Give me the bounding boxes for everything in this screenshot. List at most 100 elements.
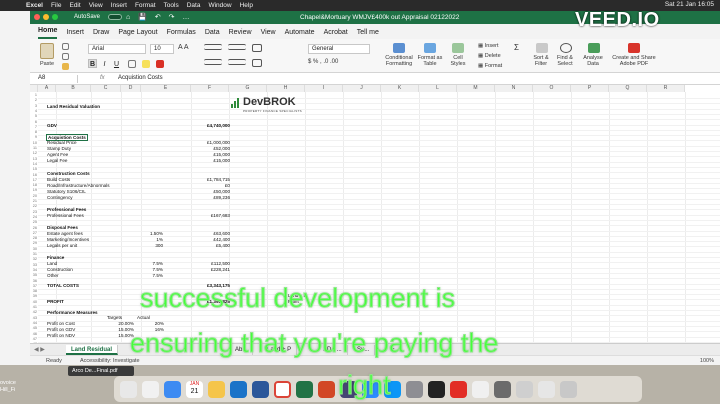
cell-stamp-duty-label[interactable]: Stamp Duty — [47, 146, 71, 151]
cell-perf-header[interactable]: Performance Measures — [47, 310, 98, 315]
cell-land-label[interactable]: Land — [47, 261, 57, 266]
adobe-pdf-icon[interactable] — [628, 43, 640, 53]
row-header-41[interactable]: 41 — [30, 305, 38, 309]
zoom-level[interactable]: 100% — [700, 358, 714, 364]
tab-acrobat[interactable]: Acrobat — [324, 29, 348, 39]
cell-other-label[interactable]: Other — [47, 273, 59, 278]
sort-filter-icon[interactable] — [536, 43, 548, 53]
preview-icon[interactable] — [472, 380, 489, 398]
row-header-46[interactable]: 46 — [30, 332, 38, 336]
cell-poc-target[interactable]: 20.00% — [104, 321, 134, 326]
cell-legals-label[interactable]: Legals per unit — [47, 243, 77, 248]
cell-estate-value[interactable]: £63,600 — [180, 231, 230, 236]
fill-color-icon[interactable] — [142, 60, 150, 68]
menu-edit[interactable]: Edit — [69, 2, 80, 9]
menu-data[interactable]: Data — [187, 2, 201, 9]
word-icon[interactable] — [252, 380, 269, 398]
cell-prof-header[interactable]: Professional Fees — [47, 207, 86, 212]
row-header-33[interactable]: 33 — [30, 263, 38, 267]
row-header-6[interactable]: 6 — [30, 120, 38, 124]
format-painter-icon[interactable] — [62, 63, 69, 70]
select-all-corner[interactable] — [30, 85, 38, 92]
zoom-window-icon[interactable] — [52, 14, 58, 20]
row-header-13[interactable]: 13 — [30, 157, 38, 161]
underline-button[interactable]: U — [112, 59, 121, 68]
row-header-11[interactable]: 11 — [30, 146, 38, 150]
tab-review[interactable]: Review — [229, 29, 252, 39]
cell-residual-price-value[interactable]: £1,000,000 — [180, 140, 230, 145]
finder-icon[interactable] — [120, 380, 137, 398]
tab-view[interactable]: View — [261, 29, 276, 39]
cell-targets-header[interactable]: Targets — [107, 315, 122, 320]
launchpad-icon[interactable] — [142, 380, 159, 398]
wrap-text-icon[interactable] — [252, 44, 262, 52]
cell-estate-label[interactable]: Estate agent fees — [47, 231, 83, 236]
row-header-37[interactable]: 37 — [30, 284, 38, 288]
cell-land-value[interactable]: £112,500 — [180, 261, 230, 266]
row-header-12[interactable]: 12 — [30, 151, 38, 155]
tab-insert[interactable]: Insert — [66, 29, 84, 39]
outlook-icon[interactable] — [230, 380, 247, 398]
cell-road-label[interactable]: Road/Infrastructure/Abnormals — [47, 183, 110, 188]
cell-agent-fee-label[interactable]: Agent Fee — [47, 152, 68, 157]
row-header-42[interactable]: 42 — [30, 310, 38, 314]
system-settings-icon[interactable] — [406, 380, 423, 398]
menu-tools[interactable]: Tools — [164, 2, 179, 9]
cell-poc-actual[interactable]: 20% — [134, 321, 164, 326]
row-header-3[interactable]: 3 — [30, 104, 38, 108]
row-header-44[interactable]: 44 — [30, 321, 38, 325]
fx-icon[interactable]: fx — [100, 75, 105, 81]
font-size-select[interactable]: 10 — [150, 44, 174, 54]
minimize-window-icon[interactable] — [43, 14, 49, 20]
row-header-47[interactable]: 47 — [30, 337, 38, 341]
cell-other-pct[interactable]: 7.5% — [133, 273, 163, 278]
cell-agent-fee-value[interactable]: £15,000 — [180, 152, 230, 157]
align-middle-icon[interactable] — [228, 44, 246, 50]
find-select-icon[interactable] — [560, 43, 572, 53]
row-header-34[interactable]: 34 — [30, 268, 38, 272]
column-header-f[interactable]: F — [191, 85, 229, 92]
cell-estate-pct[interactable]: 1.50% — [133, 231, 163, 236]
cell-pogdv-label[interactable]: Profit on GDV — [47, 327, 75, 332]
cell-construction-pct[interactable]: 7.5% — [133, 267, 163, 272]
menu-view[interactable]: View — [89, 2, 103, 9]
row-header-14[interactable]: 14 — [30, 162, 38, 166]
column-header-q[interactable]: Q — [609, 85, 647, 92]
photos-icon[interactable] — [516, 380, 533, 398]
font-grow-shrink-icons[interactable]: A A — [178, 44, 189, 51]
cell-statutory-value[interactable]: £50,000 — [180, 189, 230, 194]
font-color-icon[interactable] — [156, 60, 164, 68]
cell-build-costs-value[interactable]: £1,784,715 — [180, 177, 230, 182]
row-header-21[interactable]: 21 — [30, 199, 38, 203]
column-header-c[interactable]: C — [91, 85, 121, 92]
row-header-40[interactable]: 40 — [30, 300, 38, 304]
column-header-n[interactable]: N — [495, 85, 533, 92]
row-header-23[interactable]: 23 — [30, 210, 38, 214]
desktop-file-2[interactable]: Hill_Fi — [0, 387, 34, 394]
cell-ponv-label[interactable]: Profit on NDV — [47, 333, 75, 338]
formula-input[interactable]: Acquistion Costs — [118, 75, 163, 81]
row-header-32[interactable]: 32 — [30, 257, 38, 261]
cell-construction-value[interactable]: £228,241 — [180, 267, 230, 272]
row-header-27[interactable]: 27 — [30, 231, 38, 235]
format-cells-button[interactable]: ▦ Format — [478, 63, 502, 69]
row-header-4[interactable]: 4 — [30, 109, 38, 113]
calendar-icon[interactable]: JAN 21 — [186, 380, 203, 398]
autosave-toggle[interactable] — [108, 14, 122, 20]
bold-button[interactable]: B — [88, 59, 97, 68]
row-header-31[interactable]: 31 — [30, 252, 38, 256]
chrome-icon[interactable] — [274, 380, 291, 398]
paste-icon[interactable] — [40, 43, 54, 59]
notes-icon[interactable] — [208, 380, 225, 398]
quick-access-icons[interactable]: ⌂ 💾 ↶ ↷ … — [126, 13, 192, 21]
format-as-table-icon[interactable] — [424, 43, 436, 53]
column-header-g[interactable]: G — [229, 85, 267, 92]
row-header-8[interactable]: 8 — [30, 130, 38, 134]
close-window-icon[interactable] — [34, 14, 40, 20]
row-header-29[interactable]: 29 — [30, 241, 38, 245]
column-header-j[interactable]: J — [343, 85, 381, 92]
safari-icon[interactable] — [164, 380, 181, 398]
cut-icon[interactable] — [62, 43, 69, 50]
row-header-19[interactable]: 19 — [30, 188, 38, 192]
row-header-17[interactable]: 17 — [30, 178, 38, 182]
